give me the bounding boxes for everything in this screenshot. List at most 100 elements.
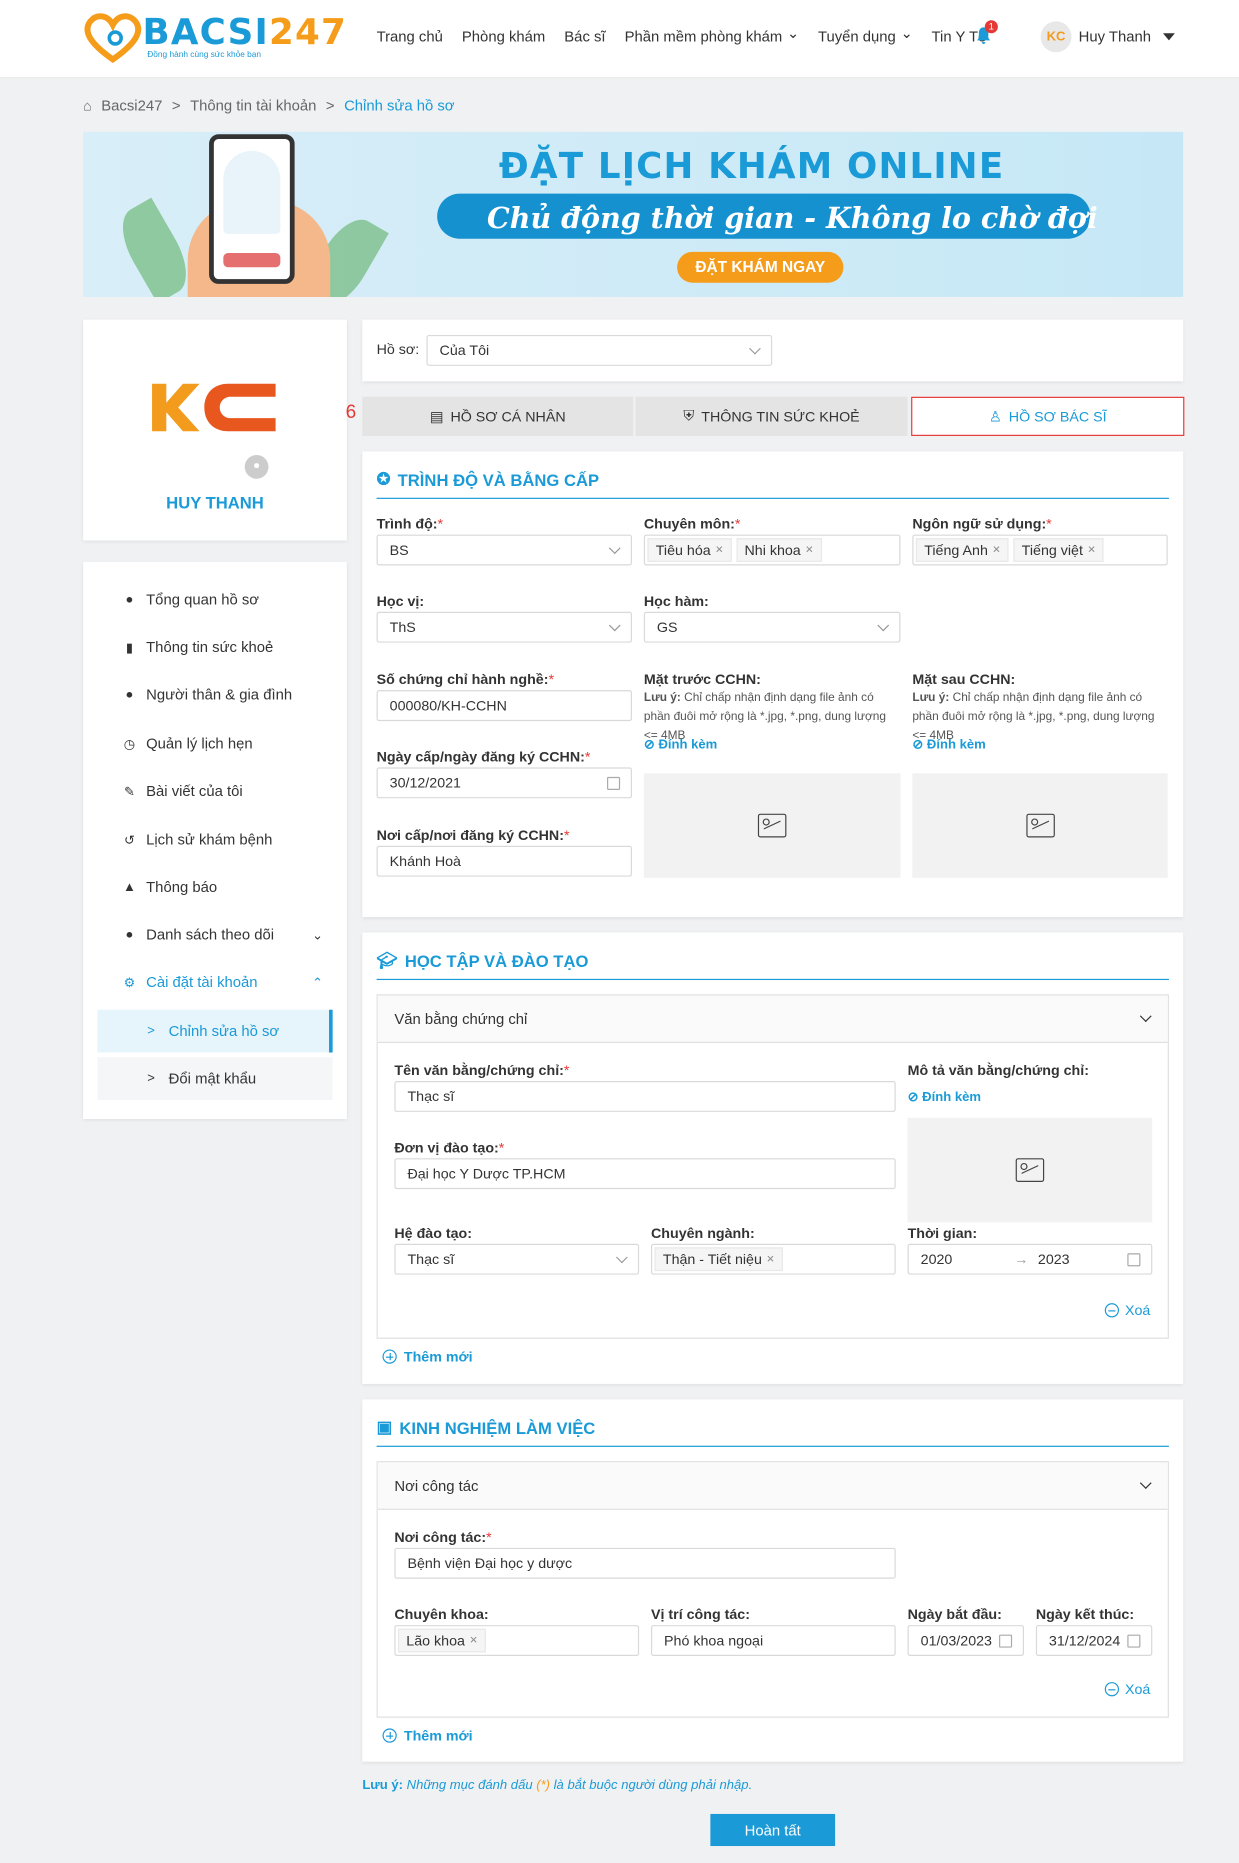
calendar-icon [1127, 1253, 1141, 1267]
delete-button[interactable]: Xoá [1104, 1681, 1150, 1698]
add-certificate-button[interactable]: Thêm mới [382, 1348, 473, 1365]
tag: Tiêu hóa × [647, 538, 732, 562]
field-label: Học hàm: [643, 592, 709, 610]
sidebar-item-following[interactable]: ● Danh sách theo dõi ⌄ [121, 927, 324, 944]
chevron-down-icon: ⌄ [312, 928, 324, 943]
sidebar-item-history[interactable]: ↺ Lịch sử khám bệnh [121, 832, 323, 849]
nav-doctors[interactable]: Bác sĩ [564, 29, 605, 46]
ngay-ket-thuc-datepicker[interactable]: 31/12/2024 [1035, 1625, 1153, 1656]
camera-icon[interactable]: ● [244, 454, 269, 479]
sidebar-item-overview[interactable]: ● Tổng quan hồ sơ [121, 592, 323, 609]
attach-link[interactable]: ⊘ Đính kèm [644, 737, 717, 752]
sidebar-item-posts[interactable]: ✎ Bài viết của tôi [121, 783, 323, 800]
nav-recruitment[interactable]: Tuyển dụng [818, 29, 913, 46]
front-image-upload[interactable] [643, 773, 901, 878]
avatar: KC [1040, 21, 1072, 53]
chevron-right-icon: > [147, 1071, 155, 1086]
field-label: Số chứng chỉ hành nghề: [376, 671, 549, 688]
ngay-cap-datepicker[interactable]: 30/12/2021 [376, 767, 632, 799]
delete-button[interactable]: Xoá [1104, 1302, 1150, 1319]
so-chung-chi-input[interactable]: 000080/KH-CCHN [376, 690, 632, 722]
thoi-gian-range-picker[interactable]: 2020 → 2023 [907, 1243, 1153, 1275]
tab-label: THÔNG TIN SỨC KHOẺ [701, 408, 860, 425]
sidebar-item-health[interactable]: ▮ Thông tin sức khoẻ [121, 639, 323, 656]
noi-cong-tac-input[interactable]: Bệnh viện Đại học y dược [394, 1547, 896, 1579]
breadcrumb-current: Chỉnh sửa hồ sơ [344, 97, 455, 115]
tag-label: Tiếng Anh [924, 541, 988, 559]
top-header: BACSI247 Đồng hành cùng sức khỏe bạn Tra… [0, 0, 1239, 79]
tab-doctor-profile[interactable]: ♙ HỒ SƠ BÁC SĨ [911, 396, 1185, 436]
close-icon[interactable]: × [806, 543, 814, 557]
sidebar-item-family[interactable]: ● Người thân & gia đình [121, 687, 323, 704]
hoc-vi-select[interactable]: ThS [376, 611, 632, 643]
tab-personal-profile[interactable]: ▤ HỒ SƠ CÁ NHÂN [362, 396, 634, 436]
nav-clinic-software[interactable]: Phần mềm phòng khám [625, 29, 799, 46]
hoc-ham-select[interactable]: GS [643, 611, 901, 643]
nav-clinics[interactable]: Phòng khám [462, 29, 545, 46]
required-fields-note: Lưu ý: Những mục đánh dấu (*) là bắt buộ… [362, 1778, 752, 1792]
tag-label: Thận - Tiết niệu [662, 1250, 762, 1268]
user-menu[interactable]: KC Huy Thanh [1040, 21, 1175, 53]
user-follow-icon: ● [125, 927, 134, 943]
noi-cap-input[interactable]: Khánh Hoà [376, 845, 632, 877]
close-icon[interactable]: × [993, 543, 1001, 557]
chuyen-khoa-multiselect[interactable]: Lão khoa × [394, 1625, 640, 1656]
profile-select-label: Hồ sơ: [376, 340, 420, 358]
add-label: Thêm mới [403, 1727, 473, 1744]
nav-home[interactable]: Trang chủ [377, 29, 443, 46]
field-label: Thời gian: [907, 1224, 978, 1242]
ngon-ngu-multiselect[interactable]: Tiếng Anh × Tiếng việt × [912, 534, 1168, 566]
attach-link[interactable]: ⊘ Đính kèm [908, 1089, 981, 1105]
close-icon[interactable]: × [767, 1252, 775, 1266]
back-image-upload[interactable] [912, 773, 1168, 878]
accordion-header[interactable]: Nơi công tác [377, 1462, 1168, 1510]
required-mark: * [563, 826, 570, 844]
required-mark: * [486, 1528, 492, 1546]
sidebar-item-label: Lịch sử khám bệnh [146, 831, 273, 849]
close-icon[interactable]: × [470, 1633, 478, 1647]
banner-cta-button[interactable]: ĐẶT KHÁM NGAY [677, 251, 844, 283]
add-workplace-button[interactable]: Thêm mới [382, 1727, 473, 1744]
close-icon[interactable]: × [1088, 543, 1096, 557]
breadcrumb-account[interactable]: Thông tin tài khoản [190, 97, 316, 114]
sidebar-item-label: Cài đặt tài khoản [146, 974, 258, 991]
sidebar-sub-edit-profile[interactable]: > Chỉnh sửa hồ sơ [97, 1009, 333, 1053]
field-label: Mặt trước CCHN: [643, 671, 761, 688]
sidebar-sub-change-password[interactable]: > Đổi mật khẩu [97, 1057, 333, 1101]
sidebar-item-label: Thông báo [146, 879, 218, 896]
image-icon [1015, 1158, 1045, 1182]
sidebar-item-appointments[interactable]: ◷ Quản lý lịch hẹn [121, 735, 323, 752]
ten-van-bang-input[interactable]: Thạc sĩ [394, 1081, 896, 1112]
logo-text-247: 247 [268, 11, 347, 54]
tab-health-info[interactable]: ⛨ THÔNG TIN SỨC KHOẺ [635, 396, 908, 436]
ngay-bat-dau-datepicker[interactable]: 01/03/2023 [907, 1625, 1024, 1656]
profile-select[interactable]: Của Tôi [426, 334, 773, 366]
breadcrumb-sep: > [325, 97, 335, 115]
accordion-header[interactable]: Văn bằng chứng chỉ [377, 995, 1168, 1043]
doctor-icon: ♙ [988, 408, 1002, 425]
sidebar-item-notifications[interactable]: ▲ Thông báo [121, 879, 323, 896]
certificate-accordion: Văn bằng chứng chỉ Tên văn bằng/chứng ch… [376, 994, 1169, 1339]
promo-banner[interactable]: ĐẶT LỊCH KHÁM ONLINE Chủ động thời gian … [83, 131, 1184, 297]
note-bold: Lưu ý: [362, 1778, 404, 1793]
input-value: 31/12/2024 [1048, 1632, 1121, 1649]
don-vi-input[interactable]: Đại học Y Dược TP.HCM [394, 1158, 896, 1190]
profile-select-value: Của Tôi [439, 342, 490, 359]
select-value: Thạc sĩ [407, 1250, 455, 1268]
breadcrumb-home[interactable]: Bacsi247 [101, 97, 162, 114]
site-logo[interactable]: BACSI247 Đồng hành cùng sức khỏe bạn [83, 10, 346, 67]
tag: Tiếng việt × [1013, 538, 1104, 562]
sidebar-item-settings[interactable]: ⚙ Cài đặt tài khoản ⌃ [121, 974, 323, 991]
trinh-do-select[interactable]: BS [376, 534, 632, 566]
vi-tri-input[interactable]: Phó khoa ngoại [650, 1625, 896, 1656]
chuyen-mon-multiselect[interactable]: Tiêu hóa × Nhi khoa × [643, 534, 901, 566]
submit-button[interactable]: Hoàn tất [710, 1813, 836, 1847]
paperclip-icon: ⊘ [643, 737, 655, 752]
sidebar-item-label: Bài viết của tôi [146, 782, 243, 800]
tag: Lão khoa × [397, 1628, 486, 1653]
certificate-image-upload[interactable] [907, 1117, 1153, 1223]
chuyen-nganh-multiselect[interactable]: Thận - Tiết niệu × [650, 1243, 896, 1275]
close-icon[interactable]: × [715, 543, 723, 557]
attach-link[interactable]: ⊘ Đính kèm [912, 737, 985, 752]
he-dao-tao-select[interactable]: Thạc sĩ [394, 1243, 640, 1275]
